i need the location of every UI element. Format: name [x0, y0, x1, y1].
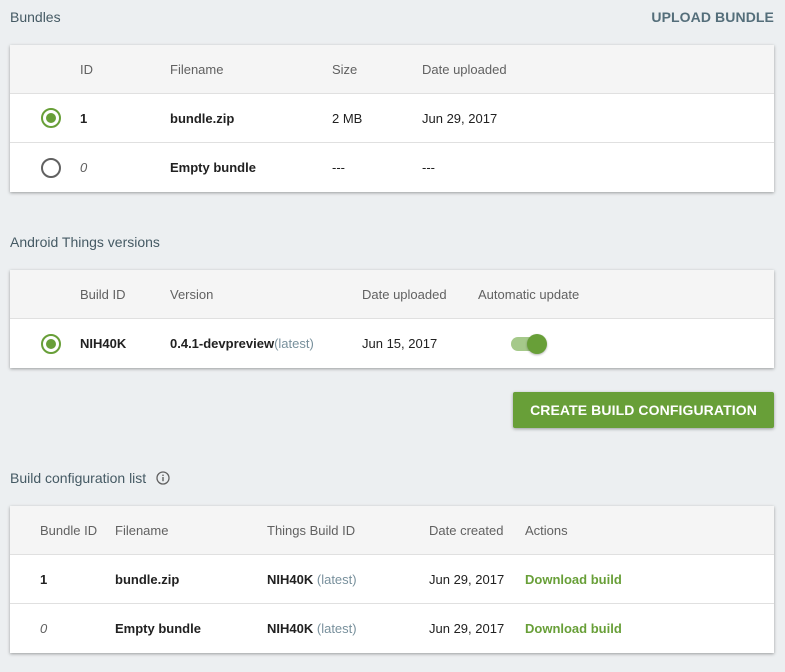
bundles-table: ID Filename Size Date uploaded 1 bundle.… [10, 45, 774, 192]
table-row: 1 bundle.zip NIH40K (latest) Jun 29, 201… [10, 555, 774, 604]
config-date: Jun 29, 2017 [429, 571, 505, 587]
bundle-id: 1 [80, 110, 88, 126]
bundle-date: Jun 29, 2017 [422, 110, 498, 126]
create-build-configuration-button[interactable]: CREATE BUILD CONFIGURATION [513, 392, 774, 428]
versions-title: Android Things versions [10, 234, 160, 250]
table-row[interactable]: 1 bundle.zip 2 MB Jun 29, 2017 [10, 94, 774, 143]
download-build-link[interactable]: Download build [525, 604, 622, 653]
latest-tag: (latest) [316, 571, 357, 587]
latest-tag: (latest) [274, 336, 314, 351]
header-build-id: Build ID [80, 286, 126, 302]
bundles-title: Bundles [10, 9, 61, 25]
table-row[interactable]: 0 Empty bundle --- --- [10, 143, 774, 192]
table-row: 0 Empty bundle NIH40K (latest) Jun 29, 2… [10, 604, 774, 653]
config-filename: Empty bundle [115, 621, 201, 636]
table-header: Bundle ID Filename Things Build ID Date … [10, 506, 774, 555]
header-filename: Filename [170, 61, 224, 77]
version-build-id: NIH40K [80, 336, 127, 351]
config-build-id: NIH40K [267, 571, 314, 587]
header-version: Version [170, 286, 214, 302]
versions-table: Build ID Version Date uploaded Automatic… [10, 270, 774, 368]
configs-title-wrap: Build configuration list [10, 470, 170, 486]
automatic-update-toggle[interactable] [509, 333, 547, 354]
bundle-radio-selected[interactable] [41, 108, 61, 128]
upload-bundle-button[interactable]: UPLOAD BUNDLE [651, 9, 774, 25]
header-automatic-update: Automatic update [478, 286, 580, 302]
header-date-uploaded: Date uploaded [422, 61, 507, 77]
version-radio-selected[interactable] [41, 333, 61, 354]
version-number: 0.4.1-devpreview [170, 336, 275, 351]
bundle-filename: Empty bundle [170, 160, 256, 175]
table-header: ID Filename Size Date uploaded [10, 45, 774, 94]
header-date-created: Date created [429, 522, 504, 538]
header-filename: Filename [115, 522, 169, 538]
configs-table: Bundle ID Filename Things Build ID Date … [10, 506, 774, 653]
info-icon[interactable] [156, 471, 170, 485]
config-bundle-id: 1 [40, 571, 48, 587]
table-header: Build ID Version Date uploaded Automatic… [10, 270, 774, 319]
bundle-id: 0 [80, 160, 88, 175]
bundle-filename: bundle.zip [170, 110, 235, 126]
table-row[interactable]: NIH40K 0.4.1-devpreview (latest) Jun 15, … [10, 319, 774, 368]
config-filename: bundle.zip [115, 571, 180, 587]
bundle-radio[interactable] [41, 157, 61, 178]
header-actions: Actions [525, 522, 568, 538]
config-build: NIH40K (latest) [267, 555, 357, 603]
config-build-id: NIH40K [267, 621, 314, 636]
header-date-uploaded: Date uploaded [362, 286, 447, 302]
configs-title: Build configuration list [10, 470, 147, 486]
header-bundle-id: Bundle ID [40, 522, 98, 538]
version-name: 0.4.1-devpreview (latest) [170, 319, 314, 368]
bundle-date: --- [422, 160, 435, 175]
bundle-size: 2 MB [332, 110, 363, 126]
version-date: Jun 15, 2017 [362, 336, 438, 351]
header-id: ID [80, 61, 93, 77]
config-build: NIH40K (latest) [267, 604, 357, 653]
header-things-build-id: Things Build ID [267, 522, 356, 538]
config-bundle-id: 0 [40, 621, 48, 636]
download-build-link[interactable]: Download build [525, 555, 622, 603]
header-size: Size [332, 61, 358, 77]
latest-tag: (latest) [316, 621, 357, 636]
bundle-size: --- [332, 160, 345, 175]
config-date: Jun 29, 2017 [429, 621, 505, 636]
